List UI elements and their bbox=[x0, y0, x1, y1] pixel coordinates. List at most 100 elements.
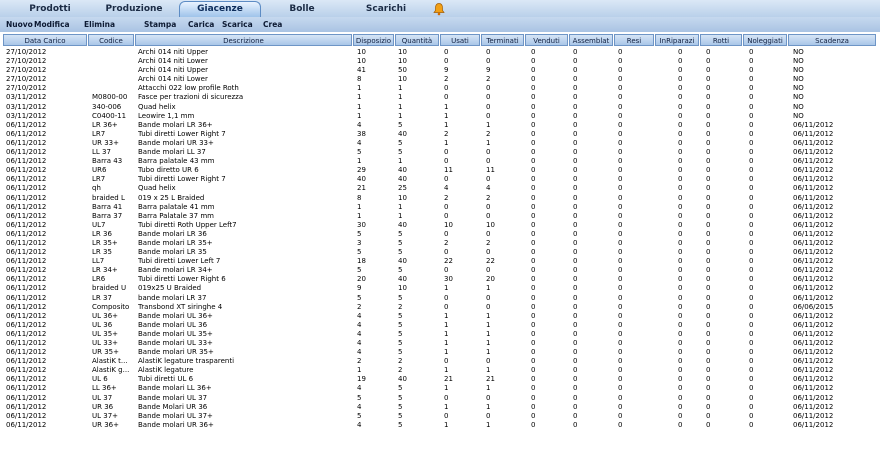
table-row[interactable]: 06/11/2012 UL 37 Bande molari UL 37 5 5 0 0 0 0 0… bbox=[0, 394, 880, 403]
column-header[interactable]: InRiparazi bbox=[655, 34, 699, 46]
table-cell: 03/11/2012 bbox=[6, 102, 47, 111]
column-header[interactable]: Disposizio bbox=[353, 34, 394, 46]
table-cell: 1 bbox=[486, 420, 491, 429]
table-row[interactable]: 06/11/2012 UL 35+ Bande molari UL 35+ 4 5 1 1 0… bbox=[0, 330, 880, 339]
column-header[interactable]: Rotti bbox=[700, 34, 742, 46]
table-row[interactable]: 06/11/2012 UR 33+ Bande molari UR 33+ 4 5 1 1 0… bbox=[0, 139, 880, 148]
column-header[interactable]: Quantità bbox=[395, 34, 439, 46]
tab-giacenze[interactable]: Giacenze bbox=[179, 1, 261, 17]
table-cell: 06/11/2012 bbox=[793, 229, 834, 238]
table-row[interactable]: 06/11/2012 LL 37 Bande molari LL 37 5 5 0 0 0 0 0… bbox=[0, 148, 880, 157]
elimina-button[interactable]: Elimina bbox=[84, 19, 115, 30]
table-cell: 0 bbox=[618, 66, 623, 75]
table-row[interactable]: 06/11/2012 LR 34+ Bande molari LR 34+ 5 5 0 0 0… bbox=[0, 266, 880, 275]
table-row[interactable]: 27/10/2012 Archi 014 niti Upper 10 10 0 0 0 0 0 0… bbox=[0, 48, 880, 57]
crea-button[interactable]: Crea bbox=[263, 19, 282, 30]
table-cell: 06/11/2012 bbox=[6, 393, 47, 402]
table-cell: 2 bbox=[444, 193, 449, 202]
table-cell: 0 bbox=[618, 402, 623, 411]
column-header[interactable]: Noleggiati bbox=[743, 34, 787, 46]
table-cell: 0 bbox=[531, 329, 536, 338]
table-row[interactable]: 06/11/2012 UL 36 Bande molari UL 36 4 5 1 1 0 0 0… bbox=[0, 321, 880, 330]
table-row[interactable]: 06/11/2012 braided L 019 x 25 L Braided 8 10… bbox=[0, 194, 880, 203]
table-row[interactable]: 06/11/2012 AlastiK t... AlastiK legature t… bbox=[0, 357, 880, 366]
table-cell: 06/11/2012 bbox=[6, 166, 47, 175]
table-row[interactable]: 06/11/2012 UL 33+ Bande molari UL 33+ 4 5 1 1 0… bbox=[0, 339, 880, 348]
table-row[interactable]: 03/11/2012 340-006 Quad helix 1 1 1 0 0 0 0 0 0 0 NO bbox=[0, 103, 880, 112]
table-cell: 0 bbox=[618, 238, 623, 247]
carica-button[interactable]: Carica bbox=[188, 19, 214, 30]
column-header[interactable]: Resi bbox=[614, 34, 654, 46]
table-row[interactable]: 06/11/2012 LR7 Tubi diretti Lower Right 7 4… bbox=[0, 175, 880, 184]
table-row[interactable]: 06/11/2012 LR 35+ Bande molari LR 35+ 3 5 2 2 0… bbox=[0, 239, 880, 248]
table-cell: 27/10/2012 bbox=[6, 48, 47, 56]
table-row[interactable]: 06/11/2012 LR 36+ Bande molari LR 36+ 4 5 1 1 0… bbox=[0, 121, 880, 130]
table-row[interactable]: 03/11/2012 C0400-11 Leowire 1,1 mm 1 1 1 0 0 0 0 0… bbox=[0, 112, 880, 121]
tab-bolle[interactable]: Bolle bbox=[262, 2, 342, 16]
tab-produzione[interactable]: Produzione bbox=[94, 2, 174, 16]
table-row[interactable]: 06/11/2012 UR6 Tubo diretto UR 6 29 40 11 11 0 0… bbox=[0, 166, 880, 175]
table-cell: 0 bbox=[749, 193, 754, 202]
table-cell: 0 bbox=[531, 248, 536, 257]
table-row[interactable]: 27/10/2012 Attacchi 022 low profile Roth 1… bbox=[0, 84, 880, 93]
table-row[interactable]: 06/11/2012 qh Quad helix 21 25 4 4 0 0 0 0 0 0 06/11/… bbox=[0, 184, 880, 193]
table-cell: 1 bbox=[444, 320, 449, 329]
table-row[interactable]: 06/11/2012 UR 35+ Bande molari UR 35+ 4 5 1 1 0… bbox=[0, 348, 880, 357]
table-cell: 0 bbox=[573, 320, 578, 329]
table-row[interactable]: 06/11/2012 UR 36+ Bande molari UR 36+ 4 5 1 1 0… bbox=[0, 421, 880, 430]
table-row[interactable]: 06/11/2012 LR 37 bande molari LR 37 5 5 0 0 0 0 0… bbox=[0, 294, 880, 303]
column-header[interactable]: Scadenza bbox=[788, 34, 876, 46]
table-row[interactable]: 06/11/2012 Barra 41 Barra palatale 41 mm 1 1… bbox=[0, 203, 880, 212]
table-row[interactable]: 06/11/2012 LR6 Tubi diretti Lower Right 6 2… bbox=[0, 275, 880, 284]
table-cell: UL7 bbox=[92, 220, 106, 229]
tab-scarichi[interactable]: Scarichi bbox=[346, 2, 426, 16]
table-cell: 0 bbox=[573, 229, 578, 238]
table-row[interactable]: 06/11/2012 Composito Transbond XT siringhe… bbox=[0, 303, 880, 312]
table-cell: 0 bbox=[573, 393, 578, 402]
bell-icon[interactable] bbox=[432, 2, 446, 16]
table-cell: 0 bbox=[531, 393, 536, 402]
modifica-button[interactable]: Modifica bbox=[34, 19, 70, 30]
stampa-button[interactable]: Stampa bbox=[144, 19, 176, 30]
table-row[interactable]: 27/10/2012 Archi 014 niti Lower 10 10 0 0 0 0 0 0… bbox=[0, 57, 880, 66]
scarica-button[interactable]: Scarica bbox=[222, 19, 253, 30]
giacenze-grid[interactable]: Data Carico Codice Descrizione Disposizio Qu… bbox=[0, 32, 880, 469]
table-row[interactable]: 06/11/2012 LL7 Tubi diretti Lower Left 7 18… bbox=[0, 257, 880, 266]
table-cell: 29 bbox=[357, 166, 366, 175]
table-row[interactable]: 06/11/2012 UL7 Tubi diretti Roth Upper Lef… bbox=[0, 221, 880, 230]
table-row[interactable]: 06/11/2012 Barra 43 Barra palatale 43 mm 1 1… bbox=[0, 157, 880, 166]
table-cell: 0 bbox=[706, 220, 711, 229]
tab-prodotti[interactable]: Prodotti bbox=[10, 2, 90, 16]
column-header[interactable]: Terminati bbox=[481, 34, 524, 46]
column-header[interactable]: Usati bbox=[440, 34, 480, 46]
table-row[interactable]: 06/11/2012 LR7 Tubi diretti Lower Right 7 3… bbox=[0, 130, 880, 139]
table-row[interactable]: 06/11/2012 AlastiK g... AlastiK legature 1 2… bbox=[0, 366, 880, 375]
table-row[interactable]: 06/11/2012 braided U 019x25 U Braided 9 10 1 1… bbox=[0, 284, 880, 293]
column-header[interactable]: Descrizione bbox=[135, 34, 352, 46]
table-cell: 0 bbox=[573, 311, 578, 320]
table-row[interactable]: 06/11/2012 UR 36 Bande Molari UR 36 4 5 1 1 0 0 0… bbox=[0, 403, 880, 412]
table-cell: 10 bbox=[398, 48, 407, 56]
table-cell: 0 bbox=[618, 75, 623, 84]
table-cell: 0 bbox=[678, 220, 683, 229]
column-header[interactable]: Assemblat bbox=[569, 34, 613, 46]
table-row[interactable]: 06/11/2012 UL 6 Tubi diretti UL 6 19 40 21 21 0… bbox=[0, 375, 880, 384]
table-row[interactable]: 06/11/2012 UL 36+ Bande molari UL 36+ 4 5 1 1 0… bbox=[0, 312, 880, 321]
column-header[interactable]: Venduti bbox=[525, 34, 568, 46]
table-row[interactable]: 06/11/2012 UL 37+ Bande molari UL 37+ 5 5 0 0 0… bbox=[0, 412, 880, 421]
nuovo-button[interactable]: Nuovo bbox=[6, 19, 33, 30]
table-row[interactable]: 03/11/2012 M0800-00 Fasce per trazioni di … bbox=[0, 93, 880, 102]
table-cell: 0 bbox=[749, 384, 754, 393]
table-row[interactable]: 27/10/2012 Archi 014 niti Lower 8 10 2 2 0 0 0 0 0… bbox=[0, 75, 880, 84]
table-row[interactable]: 06/11/2012 Barra 37 Barra Palatale 37 mm 1 1… bbox=[0, 212, 880, 221]
table-row[interactable]: 27/10/2012 Archi 014 niti Upper 41 50 9 9 0 0 0 0… bbox=[0, 66, 880, 75]
table-row[interactable]: 06/11/2012 LR 36 Bande molari LR 36 5 5 0 0 0 0 0… bbox=[0, 230, 880, 239]
table-cell: UL 6 bbox=[92, 375, 108, 384]
table-cell: 1 bbox=[398, 84, 403, 93]
table-row[interactable]: 06/11/2012 LL 36+ Bande molari LL 36+ 4 5 1 1 0… bbox=[0, 384, 880, 393]
column-header[interactable]: Codice bbox=[88, 34, 134, 46]
table-cell: 0 bbox=[678, 275, 683, 284]
column-header[interactable]: Data Carico bbox=[3, 34, 87, 46]
table-row[interactable]: 06/11/2012 LR 35 Bande molari LR 35 5 5 0 0 0 0 0… bbox=[0, 248, 880, 257]
table-cell: 0 bbox=[749, 220, 754, 229]
